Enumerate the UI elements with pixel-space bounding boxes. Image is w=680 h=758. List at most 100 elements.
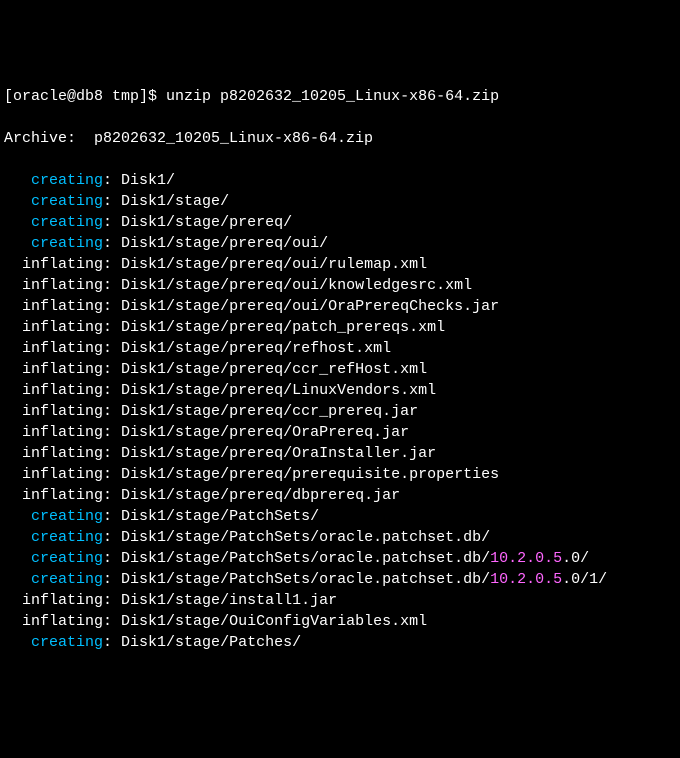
inflating-label: inflating	[4, 256, 103, 273]
separator: :	[103, 340, 121, 357]
version-segment: 10.2.0.5	[490, 571, 562, 588]
inflating-label: inflating	[4, 424, 103, 441]
separator: :	[103, 193, 121, 210]
separator: :	[103, 487, 121, 504]
output-line: creating: Disk1/stage/prereq/	[4, 212, 676, 233]
inflating-label: inflating	[4, 613, 103, 630]
separator: :	[103, 529, 121, 546]
output-line: creating: Disk1/stage/PatchSets/oracle.p…	[4, 548, 676, 569]
path-text: Disk1/stage/install1.jar	[121, 592, 337, 609]
path-segment: Disk1/stage/PatchSets/oracle.patchset.db…	[121, 550, 490, 567]
path-segment: Disk1/stage/PatchSets/oracle.patchset.db…	[121, 571, 490, 588]
separator: :	[103, 256, 121, 273]
inflating-label: inflating	[4, 403, 103, 420]
path-text: Disk1/stage/prereq/oui/rulemap.xml	[121, 256, 427, 273]
inflating-label: inflating	[4, 382, 103, 399]
prompt-line[interactable]: [oracle@db8 tmp]$ unzip p8202632_10205_L…	[4, 86, 676, 107]
separator: :	[103, 298, 121, 315]
separator: :	[103, 445, 121, 462]
separator: :	[103, 319, 121, 336]
separator: :	[103, 550, 121, 567]
output-line: inflating: Disk1/stage/prereq/OraInstall…	[4, 443, 676, 464]
creating-label: creating	[4, 235, 103, 252]
path-text: Disk1/stage/prereq/oui/knowledgesrc.xml	[121, 277, 472, 294]
creating-label: creating	[4, 550, 103, 567]
archive-line: Archive: p8202632_10205_Linux-x86-64.zip	[4, 128, 676, 149]
creating-label: creating	[4, 508, 103, 525]
output-line: inflating: Disk1/stage/prereq/ccr_refHos…	[4, 359, 676, 380]
separator: :	[103, 592, 121, 609]
inflating-label: inflating	[4, 361, 103, 378]
separator: :	[103, 403, 121, 420]
output-line: creating: Disk1/stage/	[4, 191, 676, 212]
path-text: Disk1/stage/Patches/	[121, 634, 301, 651]
path-text: Disk1/stage/prereq/LinuxVendors.xml	[121, 382, 436, 399]
output-line: inflating: Disk1/stage/prereq/oui/knowle…	[4, 275, 676, 296]
version-segment: 10.2.0.5	[490, 550, 562, 567]
separator: :	[103, 382, 121, 399]
separator: :	[103, 214, 121, 231]
separator: :	[103, 613, 121, 630]
output-line: creating: Disk1/stage/PatchSets/oracle.p…	[4, 527, 676, 548]
output-line: inflating: Disk1/stage/prereq/refhost.xm…	[4, 338, 676, 359]
path-text: Disk1/stage/prereq/ccr_refHost.xml	[121, 361, 427, 378]
path-text: Disk1/stage/prereq/patch_prereqs.xml	[121, 319, 445, 336]
separator: :	[103, 424, 121, 441]
path-text: Disk1/stage/prereq/prerequisite.properti…	[121, 466, 499, 483]
separator: :	[103, 277, 121, 294]
output-line: inflating: Disk1/stage/prereq/dbprereq.j…	[4, 485, 676, 506]
inflating-label: inflating	[4, 487, 103, 504]
output-line: creating: Disk1/stage/Patches/	[4, 632, 676, 653]
inflating-label: inflating	[4, 298, 103, 315]
creating-label: creating	[4, 634, 103, 651]
separator: :	[103, 361, 121, 378]
output-line: inflating: Disk1/stage/prereq/oui/OraPre…	[4, 296, 676, 317]
archive-filename: p8202632_10205_Linux-x86-64.zip	[94, 130, 373, 147]
archive-label: Archive:	[4, 130, 94, 147]
creating-label: creating	[4, 529, 103, 546]
output-line: inflating: Disk1/stage/prereq/ccr_prereq…	[4, 401, 676, 422]
output-line: inflating: Disk1/stage/OuiConfigVariable…	[4, 611, 676, 632]
output-line: inflating: Disk1/stage/prereq/oui/rulema…	[4, 254, 676, 275]
output-line: creating: Disk1/	[4, 170, 676, 191]
output-line: inflating: Disk1/stage/prereq/LinuxVendo…	[4, 380, 676, 401]
output-line: inflating: Disk1/stage/prereq/patch_prer…	[4, 317, 676, 338]
path-text: Disk1/stage/prereq/	[121, 214, 292, 231]
output-line: creating: Disk1/stage/PatchSets/	[4, 506, 676, 527]
unzip-output: creating: Disk1/ creating: Disk1/stage/ …	[4, 170, 676, 653]
output-line: inflating: Disk1/stage/prereq/prerequisi…	[4, 464, 676, 485]
path-text: Disk1/stage/prereq/refhost.xml	[121, 340, 391, 357]
path-text: Disk1/stage/PatchSets/	[121, 508, 319, 525]
separator: :	[103, 634, 121, 651]
output-line: inflating: Disk1/stage/install1.jar	[4, 590, 676, 611]
creating-label: creating	[4, 214, 103, 231]
path-text: Disk1/stage/PatchSets/oracle.patchset.db…	[121, 529, 490, 546]
separator: :	[103, 571, 121, 588]
path-segment: .0/1/	[562, 571, 607, 588]
separator: :	[103, 235, 121, 252]
separator: :	[103, 466, 121, 483]
inflating-label: inflating	[4, 319, 103, 336]
path-text: Disk1/stage/prereq/OraInstaller.jar	[121, 445, 436, 462]
inflating-label: inflating	[4, 340, 103, 357]
inflating-label: inflating	[4, 592, 103, 609]
creating-label: creating	[4, 193, 103, 210]
output-line: creating: Disk1/stage/prereq/oui/	[4, 233, 676, 254]
inflating-label: inflating	[4, 445, 103, 462]
command-text: unzip p8202632_10205_Linux-x86-64.zip	[166, 88, 499, 105]
path-text: Disk1/stage/OuiConfigVariables.xml	[121, 613, 427, 630]
path-text: Disk1/	[121, 172, 175, 189]
creating-label: creating	[4, 571, 103, 588]
output-line: inflating: Disk1/stage/prereq/OraPrereq.…	[4, 422, 676, 443]
inflating-label: inflating	[4, 277, 103, 294]
path-text: Disk1/stage/prereq/dbprereq.jar	[121, 487, 400, 504]
inflating-label: inflating	[4, 466, 103, 483]
path-text: Disk1/stage/	[121, 193, 229, 210]
shell-prompt: [oracle@db8 tmp]$	[4, 88, 166, 105]
path-text: Disk1/stage/prereq/oui/OraPrereqChecks.j…	[121, 298, 499, 315]
separator: :	[103, 508, 121, 525]
creating-label: creating	[4, 172, 103, 189]
path-text: Disk1/stage/prereq/oui/	[121, 235, 328, 252]
path-text: Disk1/stage/prereq/OraPrereq.jar	[121, 424, 409, 441]
separator: :	[103, 172, 121, 189]
